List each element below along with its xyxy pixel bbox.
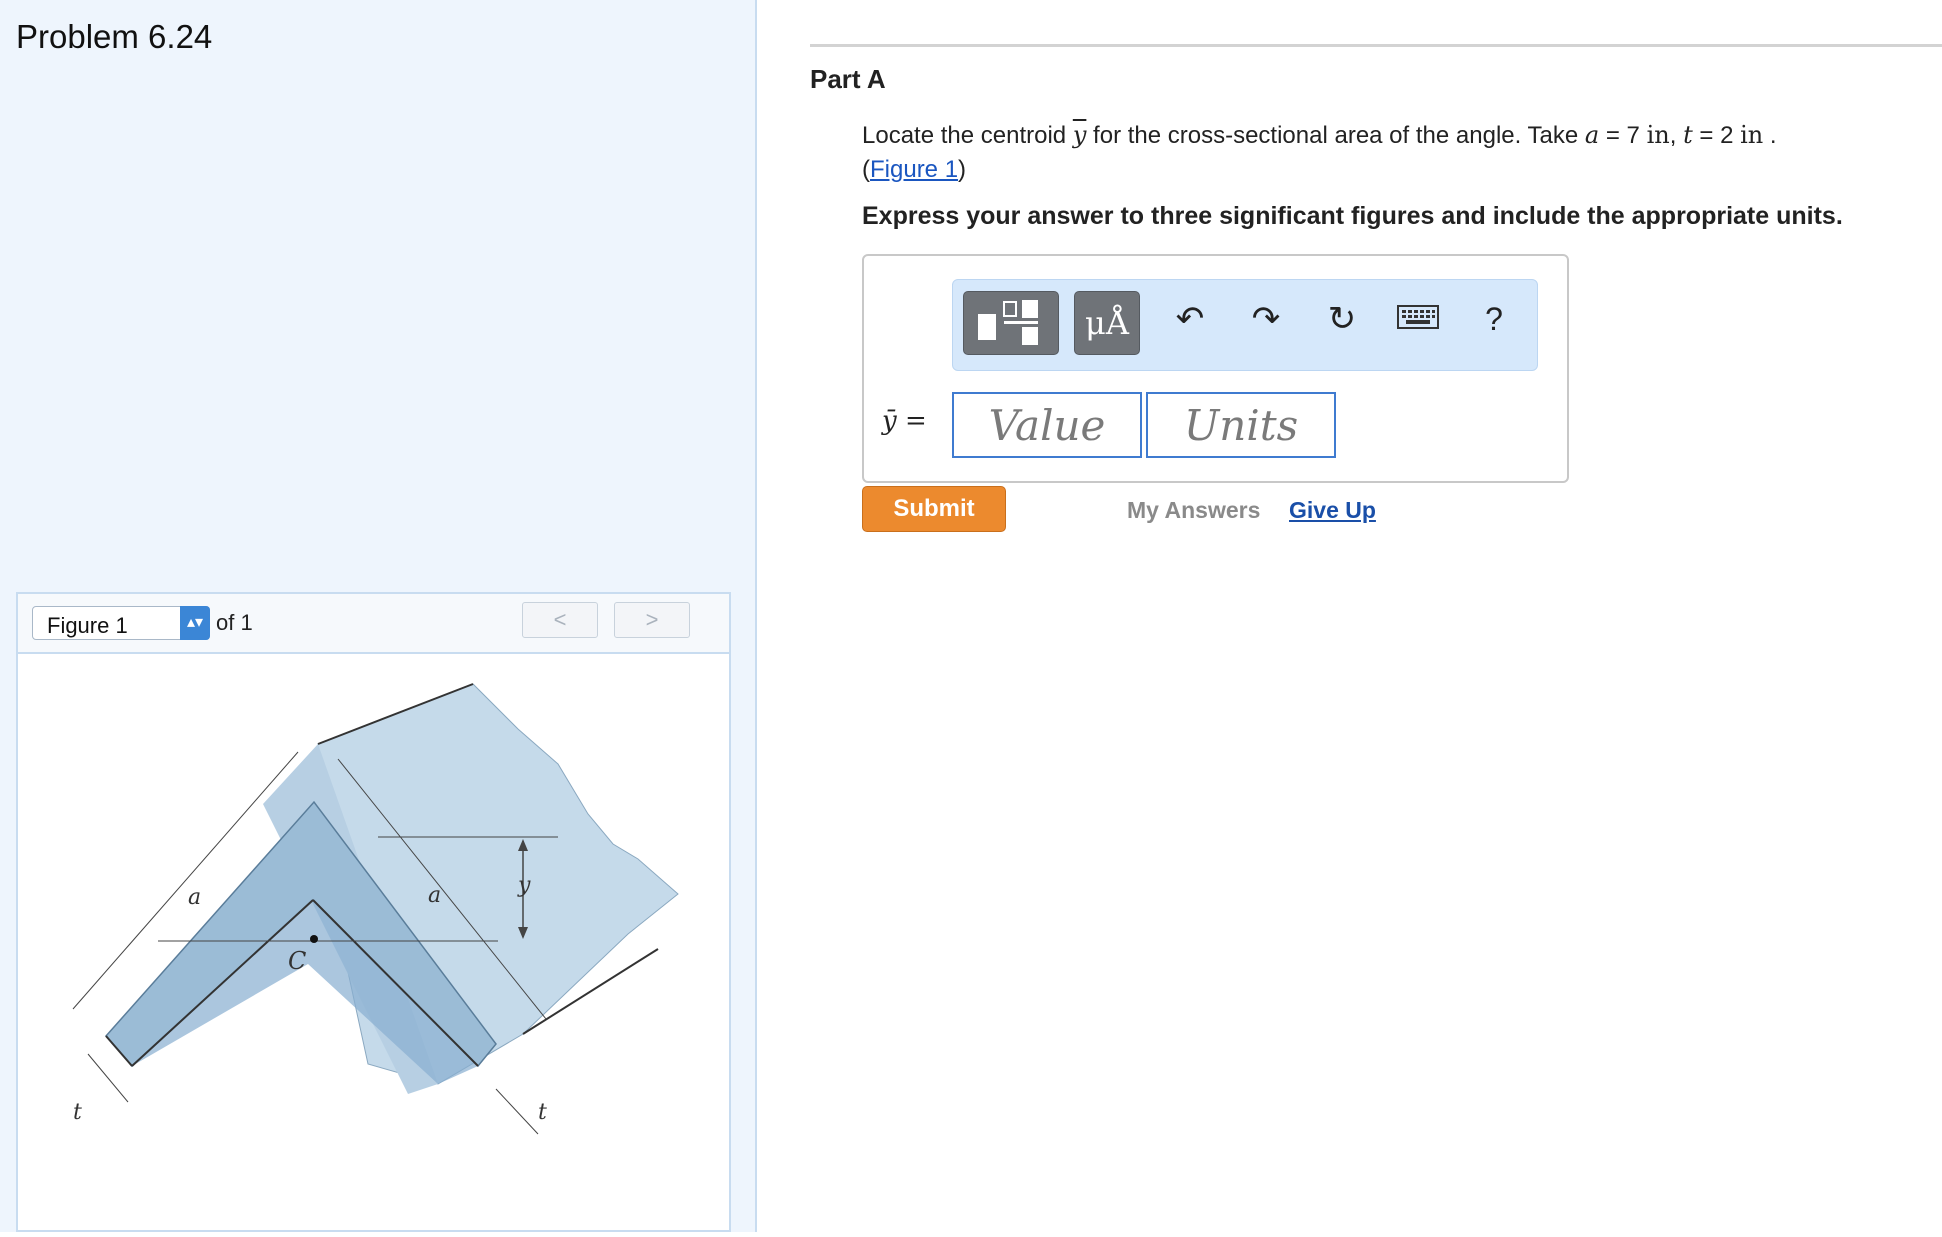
templates-icon bbox=[978, 300, 1038, 345]
chevron-right-icon: > bbox=[645, 607, 659, 632]
question-mid: for the cross-sectional area of the angl… bbox=[1093, 122, 1579, 149]
unit-a: in bbox=[1646, 121, 1670, 149]
dim-t-left bbox=[87, 1053, 129, 1103]
centroid-point bbox=[310, 935, 318, 943]
figure-panel: Figure 1 ▴▾ of 1 < > a a y C t t bbox=[16, 592, 731, 1232]
redo-icon[interactable]: ↷ bbox=[1241, 294, 1291, 344]
label-centroid: C bbox=[288, 947, 306, 975]
problem-title: Problem 6.24 bbox=[16, 18, 213, 55]
question-lead: Locate the centroid bbox=[862, 122, 1067, 149]
var-a: a bbox=[1584, 121, 1600, 149]
figure-select[interactable]: Figure 1 ▴▾ bbox=[32, 606, 210, 640]
figure-toolbar: Figure 1 ▴▾ of 1 < > bbox=[18, 594, 729, 654]
units-symbol-button[interactable]: μÅ bbox=[1074, 291, 1140, 355]
my-answers-link[interactable]: My Answers bbox=[1127, 497, 1260, 524]
figure-count: of 1 bbox=[216, 610, 253, 635]
figure-select-label: Figure 1 bbox=[47, 613, 128, 638]
select-arrows-icon: ▴▾ bbox=[180, 606, 210, 640]
right-pane: Part A Locate the centroid y for the cro… bbox=[757, 0, 1942, 1232]
answer-label: ȳ = bbox=[882, 406, 927, 436]
label-t-left: t bbox=[73, 1100, 82, 1125]
part-title: Part A bbox=[810, 64, 886, 94]
period: . bbox=[1769, 122, 1777, 149]
next-figure-button[interactable]: > bbox=[614, 602, 690, 638]
divider bbox=[810, 44, 1942, 47]
previous-figure-button[interactable]: < bbox=[522, 602, 598, 638]
var-t: t bbox=[1683, 121, 1693, 149]
ybar-symbol: y bbox=[1072, 121, 1087, 149]
label-a-right: a bbox=[428, 883, 441, 908]
help-icon[interactable]: ? bbox=[1469, 294, 1519, 344]
templates-button[interactable] bbox=[963, 291, 1059, 355]
math-toolbar: μÅ ↶ ↷ ↻ ? bbox=[952, 279, 1538, 371]
figure-link[interactable]: Figure 1 bbox=[870, 156, 958, 183]
units-input[interactable] bbox=[1146, 392, 1336, 458]
separator: , bbox=[1669, 122, 1677, 149]
instruction-text: Express your answer to three significant… bbox=[862, 202, 1843, 230]
keyboard-icon[interactable] bbox=[1393, 294, 1443, 344]
unit-t: in bbox=[1740, 121, 1764, 149]
value-a: = 7 bbox=[1605, 122, 1640, 149]
angle-section-diagram: a a y C t t bbox=[72, 683, 679, 1135]
value-input[interactable] bbox=[952, 392, 1142, 458]
label-t-right: t bbox=[538, 1100, 547, 1125]
left-pane: Problem 6.24 Figure 1 ▴▾ of 1 < > a a y … bbox=[0, 0, 757, 1232]
reset-icon[interactable]: ↻ bbox=[1317, 294, 1367, 344]
answer-box: μÅ ↶ ↷ ↻ ? ȳ = bbox=[862, 254, 1569, 483]
question-text: Locate the centroid y for the cross-sect… bbox=[862, 121, 1777, 183]
label-a-left: a bbox=[188, 885, 201, 910]
figure-canvas: a a y C t t bbox=[18, 654, 729, 1230]
give-up-link[interactable]: Give Up bbox=[1289, 497, 1376, 524]
label-ybar: y bbox=[517, 873, 531, 898]
chevron-left-icon: < bbox=[553, 607, 567, 632]
dim-t-right bbox=[495, 1088, 539, 1135]
undo-icon[interactable]: ↶ bbox=[1165, 294, 1215, 344]
value-t: = 2 bbox=[1699, 122, 1734, 149]
submit-button[interactable]: Submit bbox=[862, 486, 1006, 532]
